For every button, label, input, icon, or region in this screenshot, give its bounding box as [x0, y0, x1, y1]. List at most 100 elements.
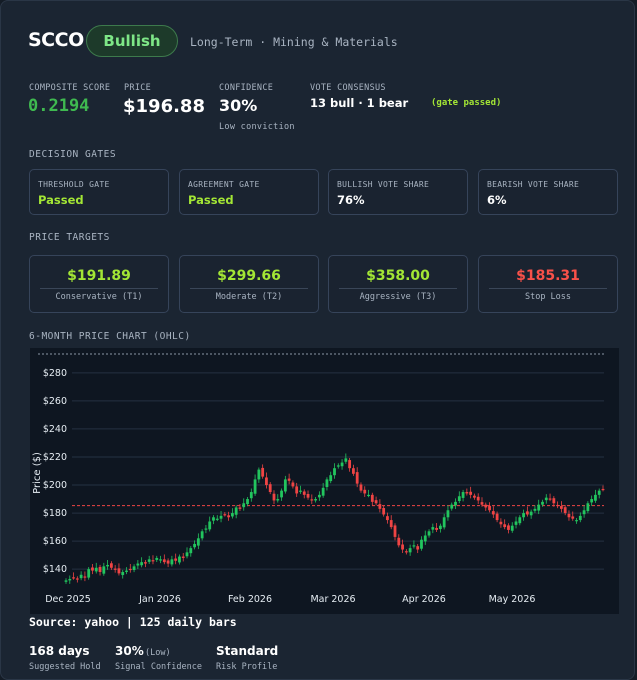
- candle-body: [537, 504, 541, 511]
- candle-body: [446, 510, 450, 518]
- y-axis-label: Price ($): [32, 452, 43, 494]
- candle-body: [597, 490, 601, 495]
- price-targets-title: PRICE TARGETS: [29, 232, 110, 243]
- target-card-t3: $358.00 Aggressive (T3): [328, 255, 468, 313]
- target-label: Moderate (T2): [190, 288, 308, 307]
- candle-body: [454, 501, 457, 506]
- candle-body: [125, 570, 128, 572]
- candle-body: [181, 556, 185, 558]
- candle-body: [465, 492, 469, 494]
- candle-body: [94, 567, 98, 572]
- candle-body: [590, 499, 594, 503]
- candle-body: [87, 569, 91, 578]
- signal-confidence-level: (Low): [145, 648, 171, 658]
- candle-body: [476, 496, 480, 501]
- composite-score-label: COMPOSITE SCORE: [29, 83, 111, 93]
- y-tick-label: $180: [43, 508, 67, 519]
- agreement-gate-card: AGREEMENT GATE Passed: [179, 169, 319, 215]
- candle-body: [404, 551, 408, 553]
- candle-body: [234, 507, 238, 515]
- candle-body: [159, 559, 162, 561]
- candle-body: [552, 498, 556, 504]
- candle-body: [544, 497, 548, 501]
- candle-body: [317, 494, 321, 498]
- candle-body: [253, 479, 257, 494]
- decision-gates-title: DECISION GATES: [29, 149, 117, 160]
- candle-body: [495, 513, 499, 521]
- candle-body: [268, 484, 272, 493]
- strategy-subtitle: Long-Term · Mining & Materials: [190, 35, 398, 49]
- target-card-t1: $191.89 Conservative (T1): [29, 255, 169, 313]
- candle-body: [204, 528, 208, 530]
- candle-body: [480, 502, 484, 505]
- candle-body: [340, 462, 344, 467]
- candle-body: [488, 505, 491, 511]
- candle-body: [578, 515, 582, 521]
- candle-body: [321, 487, 325, 496]
- candle-body: [162, 559, 166, 563]
- vote-gate-note: (gate passed): [431, 98, 502, 108]
- candle-body: [367, 494, 370, 497]
- candle-body: [113, 568, 117, 570]
- candle-body: [582, 510, 586, 515]
- gate-value: 76%: [337, 193, 365, 207]
- candle-body: [155, 557, 159, 560]
- candle-body: [79, 574, 83, 579]
- candle-body: [310, 499, 314, 501]
- candle-body: [242, 503, 246, 508]
- candle-body: [166, 560, 170, 564]
- candle-body: [249, 492, 253, 499]
- candle-body: [109, 563, 113, 568]
- candle-body: [352, 468, 355, 474]
- candle-body: [132, 566, 136, 571]
- candle-body: [174, 558, 178, 561]
- candle-body: [64, 580, 68, 582]
- candle-body: [287, 478, 291, 481]
- bearish-vote-share-card: BEARISH VOTE SHARE 6%: [478, 169, 618, 215]
- y-tick-label: $220: [43, 452, 67, 463]
- gate-value: Passed: [188, 193, 234, 207]
- candle-body: [272, 493, 276, 501]
- candle-body: [121, 571, 125, 576]
- y-tick-label: $260: [43, 396, 67, 407]
- candle-body: [299, 490, 302, 492]
- candle-body: [382, 508, 386, 515]
- candle-body: [128, 568, 132, 571]
- candle-body: [473, 495, 476, 498]
- candle-body: [98, 566, 102, 572]
- candle-body: [276, 499, 280, 501]
- x-tick-label: May 2026: [489, 594, 536, 605]
- candle-body: [575, 520, 578, 522]
- y-tick-label: $200: [43, 480, 67, 491]
- candle-body: [348, 460, 352, 469]
- candle-body: [306, 494, 310, 498]
- ticker-symbol: SCCO: [28, 29, 84, 51]
- candle-body: [556, 504, 560, 507]
- candle-body: [420, 539, 423, 549]
- candle-body: [548, 498, 552, 500]
- candle-body: [178, 556, 181, 563]
- confidence-label: CONFIDENCE: [219, 83, 274, 93]
- candle-body: [215, 518, 219, 520]
- y-tick-label: $160: [43, 536, 67, 547]
- candle-body: [510, 525, 514, 531]
- candle-body: [185, 552, 189, 557]
- candle-body: [503, 524, 507, 528]
- signal-confidence-label: Signal Confidence: [115, 662, 202, 672]
- candle-body: [170, 559, 174, 565]
- candle-body: [75, 578, 79, 580]
- candle-body: [412, 545, 416, 547]
- x-tick-label: Feb 2026: [228, 594, 272, 605]
- hold-period-value: 168 days: [29, 644, 90, 658]
- candle-body: [507, 525, 510, 530]
- y-tick-label: $140: [43, 564, 67, 575]
- composite-score-value: 0.2194: [28, 96, 90, 116]
- candle-body: [567, 513, 571, 518]
- x-tick-label: Jan 2026: [138, 594, 181, 605]
- candle-body: [219, 515, 223, 519]
- candle-body: [208, 521, 212, 530]
- target-card-t2: $299.66 Moderate (T2): [179, 255, 319, 313]
- candle-body: [227, 515, 231, 518]
- candle-body: [601, 488, 605, 491]
- candle-body: [325, 479, 329, 487]
